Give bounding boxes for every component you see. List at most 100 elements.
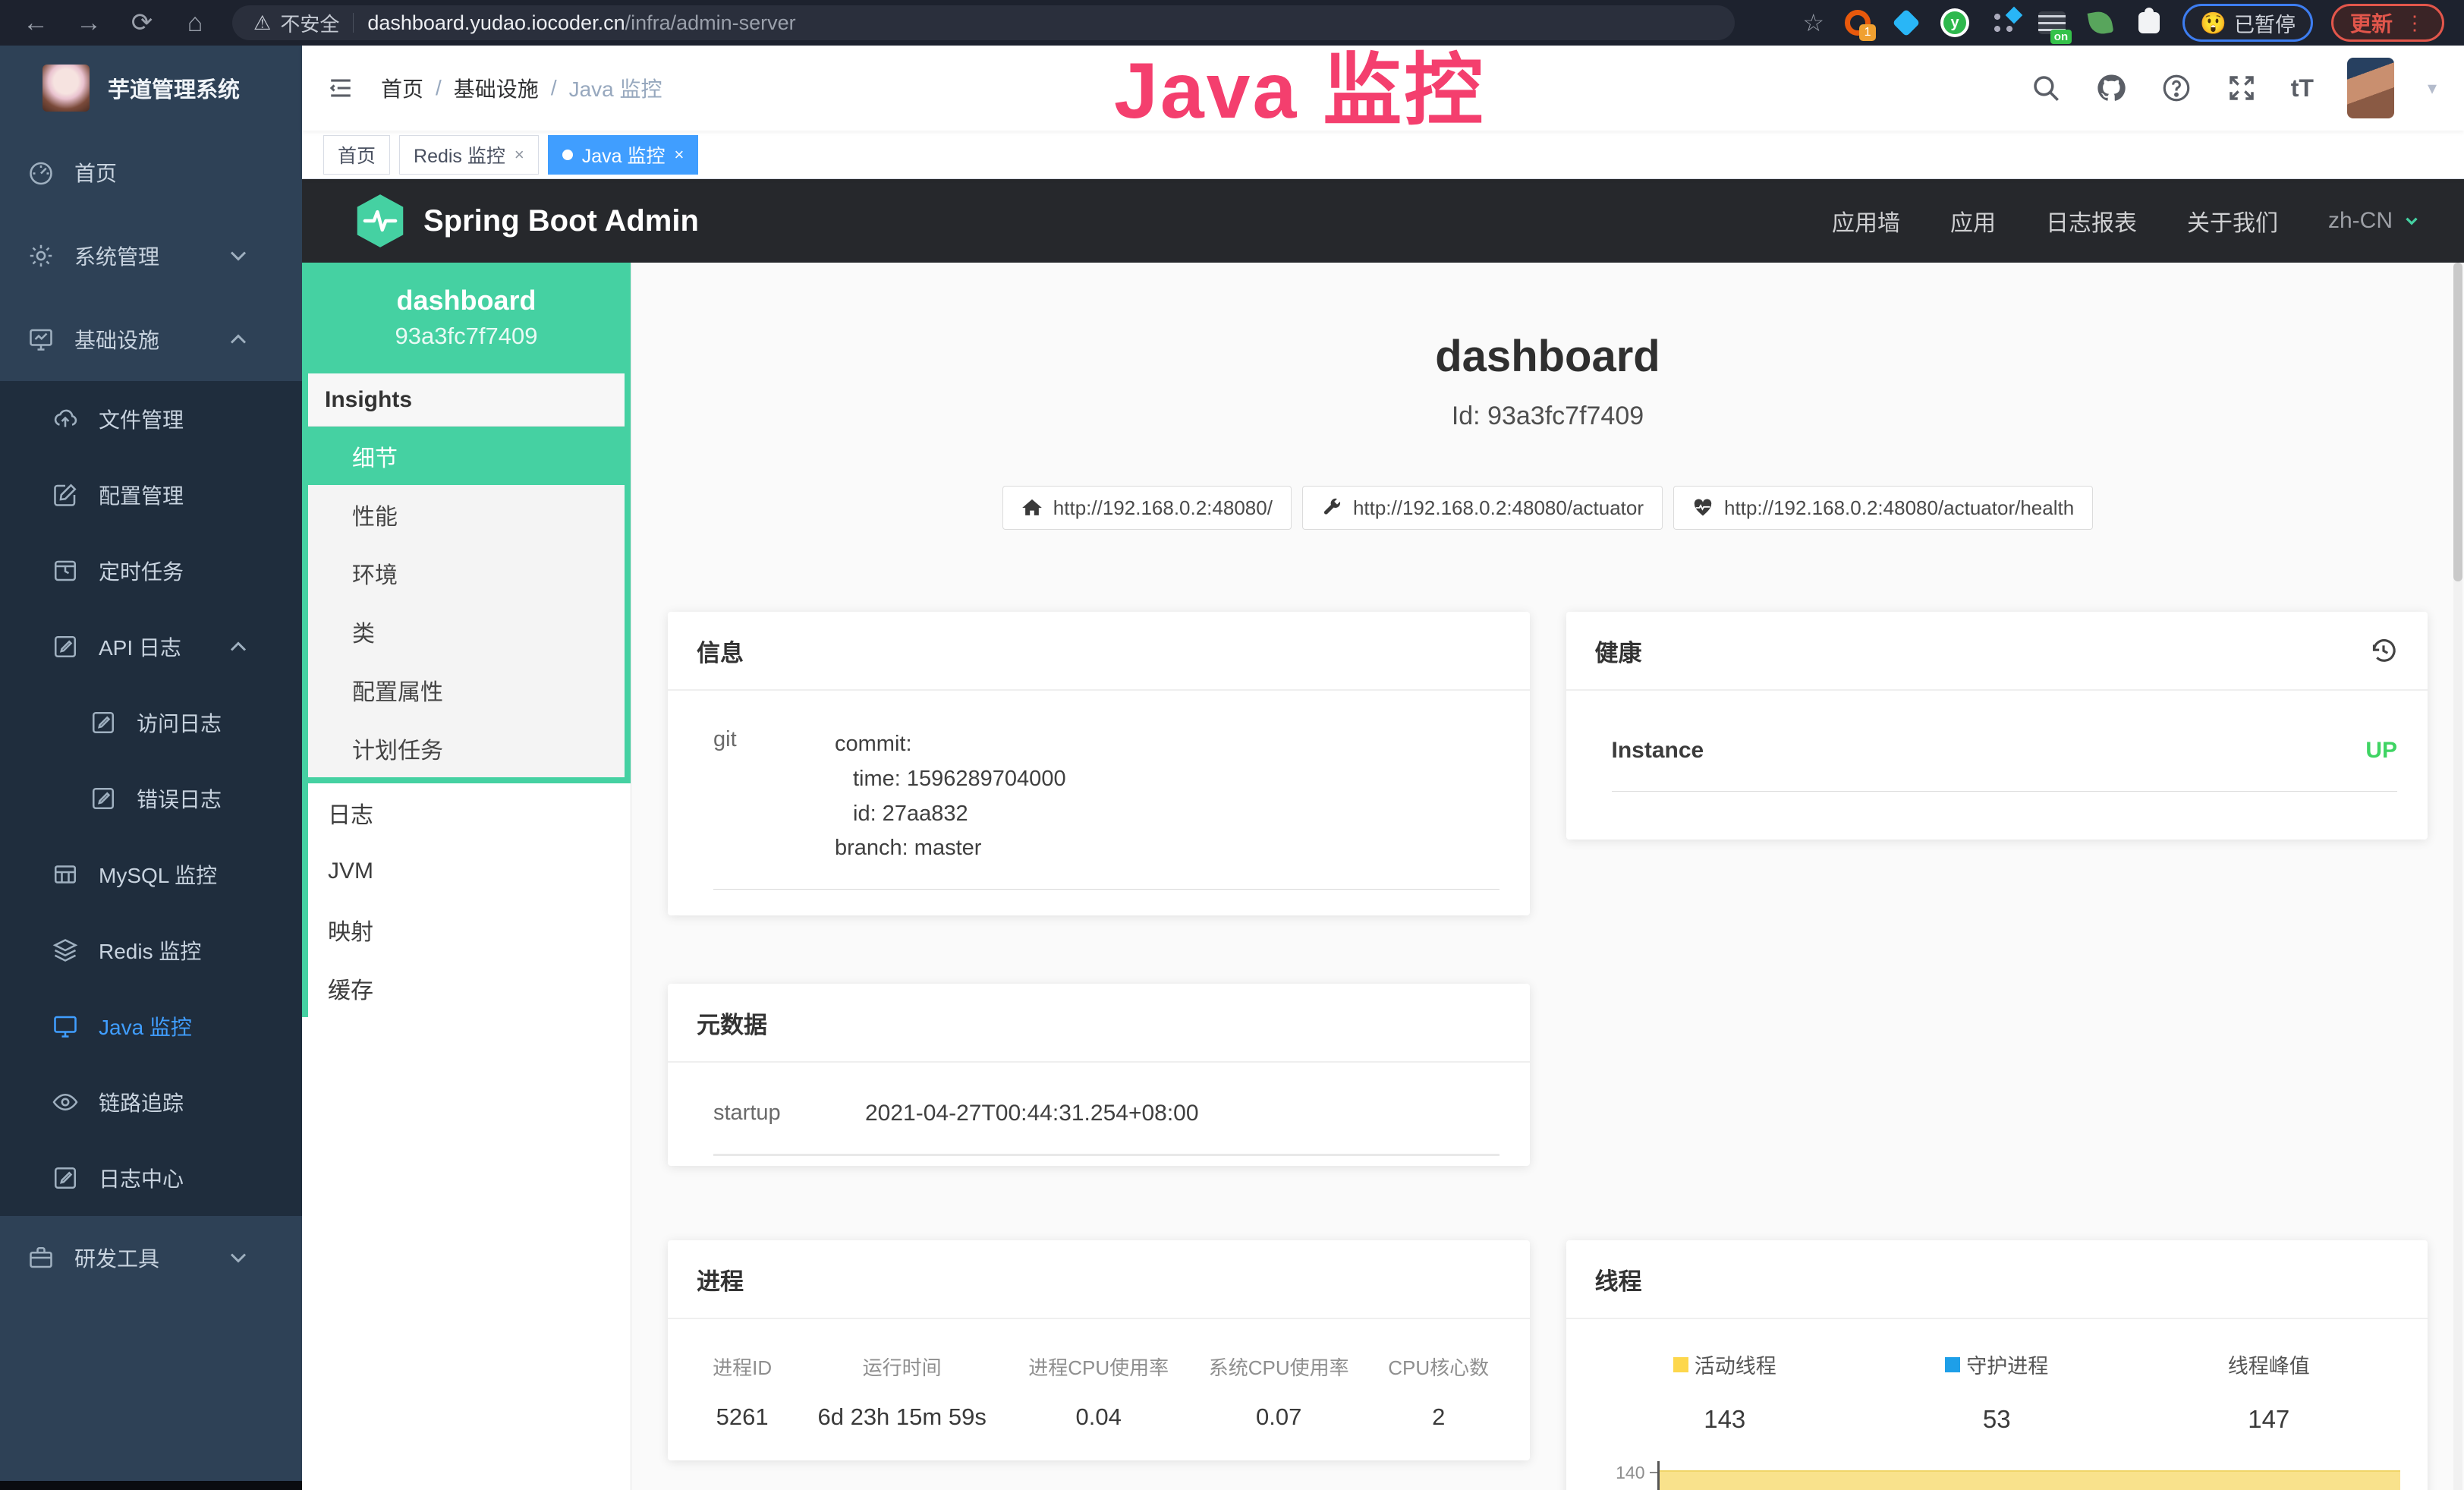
sba-item-mappings[interactable]: 映射: [308, 900, 631, 959]
system-cpu: 0.07: [1188, 1403, 1368, 1431]
profile-paused-badge[interactable]: 😲 已暂停: [2182, 4, 2313, 42]
sba-item-logs[interactable]: 日志: [308, 783, 631, 842]
sba-language-select[interactable]: zh-CN: [2328, 208, 2422, 234]
reload-icon[interactable]: ⟳: [124, 5, 159, 40]
browser-menu-icon[interactable]: ⋮: [2405, 11, 2425, 35]
tab-redis-monitor[interactable]: Redis 监控×: [399, 135, 539, 175]
fullscreen-icon[interactable]: [2226, 72, 2258, 104]
close-icon[interactable]: ×: [675, 145, 684, 165]
sidebar-item-home[interactable]: 首页: [0, 131, 302, 214]
sba-item-metrics[interactable]: 性能: [308, 485, 625, 543]
sidebar-item-api-logs[interactable]: API 日志: [0, 609, 302, 685]
sidebar-item-file-management[interactable]: 文件管理: [0, 381, 302, 457]
font-size-icon[interactable]: tT: [2291, 74, 2314, 102]
chevron-down-icon: [2402, 211, 2422, 231]
sidebar-item-system-management[interactable]: 系统管理: [0, 214, 302, 298]
sidebar-submenu-infrastructure: 文件管理 配置管理 定时任务 API 日志 访问日志: [0, 381, 302, 1216]
sba-item-jvm[interactable]: JVM: [308, 842, 631, 900]
github-icon[interactable]: [2095, 72, 2127, 104]
gear-icon: [27, 242, 55, 269]
tab-home[interactable]: 首页: [323, 135, 390, 175]
sba-item-classes[interactable]: 类: [308, 602, 625, 660]
sba-brand-title[interactable]: Spring Boot Admin: [423, 204, 699, 238]
not-secure-warning-icon: ⚠: [253, 11, 271, 35]
info-card-title: 信息: [697, 634, 744, 668]
user-menu-caret-icon[interactable]: ▾: [2428, 77, 2437, 99]
divider: [353, 13, 354, 33]
health-url-button[interactable]: http://192.168.0.2:48080/actuator/health: [1673, 486, 2093, 530]
sidebar-item-log-center[interactable]: 日志中心: [0, 1140, 302, 1216]
sba-item-scheduled-tasks[interactable]: 计划任务: [308, 719, 625, 777]
breadcrumb-infrastructure[interactable]: 基础设施: [454, 73, 539, 103]
chevron-up-icon: [225, 326, 252, 353]
extension-puzzle-icon[interactable]: [2134, 8, 2164, 38]
sba-instance-header[interactable]: dashboard 93a3fc7f7409: [302, 263, 631, 372]
not-secure-label: 不安全: [280, 9, 339, 37]
annotation-overlay-text: Java 监控: [1114, 26, 1485, 140]
search-icon[interactable]: [2030, 72, 2062, 104]
help-icon[interactable]: [2160, 72, 2192, 104]
sba-item-details[interactable]: 细节: [302, 427, 631, 485]
sba-nav-journal[interactable]: 日志报表: [2046, 204, 2137, 238]
sba-nav-applications[interactable]: 应用: [1950, 204, 1996, 238]
user-avatar[interactable]: [2347, 58, 2394, 118]
sidebar-menu: 首页 系统管理 基础设施 文件管理 配置管理: [0, 131, 302, 1490]
sba-item-config-props[interactable]: 配置属性: [308, 660, 625, 719]
daemon-threads-label: 守护进程: [1966, 1350, 2048, 1379]
monitor-icon: [52, 1013, 79, 1040]
daemon-threads-value: 53: [1861, 1405, 2133, 1434]
close-icon[interactable]: ×: [515, 145, 524, 165]
sidebar-item-error-logs[interactable]: 错误日志: [0, 761, 302, 836]
sidebar-item-mysql-monitor[interactable]: MySQL 监控: [0, 836, 302, 912]
extension-y-icon[interactable]: y: [1940, 8, 1970, 38]
threads-chart: 140 120 100: [1589, 1461, 2406, 1490]
sidebar-item-redis-monitor[interactable]: Redis 监控: [0, 912, 302, 988]
threads-legend: 活动线程 守护进程 线程峰值: [1589, 1350, 2406, 1379]
tab-java-monitor[interactable]: Java 监控×: [548, 135, 699, 175]
extension-orange-icon[interactable]: 1: [1842, 8, 1873, 38]
back-icon[interactable]: ←: [18, 5, 53, 40]
extension-gem-icon[interactable]: [1891, 8, 1921, 38]
sidebar-item-java-monitor[interactable]: Java 监控: [0, 988, 302, 1064]
spring-boot-admin-logo-icon[interactable]: [355, 193, 405, 249]
sidebar-item-dev-tools[interactable]: 研发工具: [0, 1216, 302, 1299]
gauge-icon: [27, 159, 55, 186]
sba-item-environment[interactable]: 环境: [308, 543, 625, 602]
actuator-url-button[interactable]: http://192.168.0.2:48080/actuator: [1302, 486, 1663, 530]
sidebar-item-infrastructure[interactable]: 基础设施: [0, 298, 302, 381]
sidebar-item-scheduled-tasks[interactable]: 定时任务: [0, 533, 302, 609]
home-icon[interactable]: ⌂: [178, 5, 212, 40]
instance-page-id: Id: 93a3fc7f7409: [668, 402, 2428, 431]
edit-square-icon: [52, 481, 79, 509]
metadata-startup-row: startup 2021-04-27T00:44:31.254+08:00: [713, 1101, 1499, 1156]
sidebar-collapse-icon[interactable]: [325, 75, 357, 101]
app-logo-row[interactable]: 芋道管理系统: [0, 46, 302, 131]
forward-icon[interactable]: →: [71, 5, 106, 40]
history-icon[interactable]: [2368, 635, 2399, 666]
bookmark-star-icon[interactable]: ☆: [1802, 8, 1824, 37]
instance-name: dashboard: [396, 285, 536, 317]
process-card-title: 进程: [697, 1262, 744, 1296]
address-bar[interactable]: ⚠ 不安全 dashboard.yudao.iocoder.cn/infra/a…: [232, 5, 1735, 40]
home-icon: [1021, 497, 1043, 518]
sidebar-item-access-logs[interactable]: 访问日志: [0, 685, 302, 761]
sidebar-item-config-management[interactable]: 配置管理: [0, 457, 302, 533]
threads-card: 线程 活动线程 守护进程 线程峰值 143 53: [1566, 1240, 2428, 1490]
sba-navbar: Spring Boot Admin 应用墙 应用 日志报表 关于我们 zh-CN: [302, 179, 2464, 263]
extension-list-on-icon[interactable]: on: [2037, 8, 2067, 38]
extension-leaf-icon[interactable]: [2085, 8, 2116, 38]
health-instance-row[interactable]: Instance UP: [1612, 738, 2398, 792]
sba-item-caches[interactable]: 缓存: [308, 959, 631, 1017]
wrench-icon: [1321, 497, 1342, 518]
browser-update-button[interactable]: 更新 ⋮: [2331, 4, 2444, 42]
threads-values: 143 53 147: [1589, 1405, 2406, 1434]
extension-tabs-grid-icon[interactable]: [1988, 8, 2019, 38]
service-url-button[interactable]: http://192.168.0.2:48080/: [1002, 486, 1292, 530]
sba-nav-applications-wall[interactable]: 应用墙: [1832, 204, 1900, 238]
app-title: 芋道管理系统: [108, 72, 240, 104]
live-threads-value: 143: [1589, 1405, 1861, 1434]
sba-nav-about[interactable]: 关于我们: [2187, 204, 2278, 238]
sidebar-item-trace[interactable]: 链路追踪: [0, 1064, 302, 1140]
breadcrumb-home[interactable]: 首页: [381, 73, 423, 103]
scrollbar[interactable]: [2453, 263, 2462, 1490]
